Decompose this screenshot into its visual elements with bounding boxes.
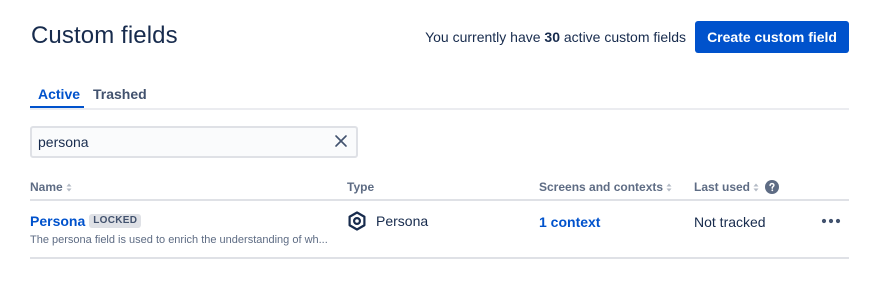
column-header-last-used-label: Last used	[694, 180, 751, 194]
last-used-value: Not tracked	[694, 214, 766, 230]
sort-icon	[753, 183, 759, 191]
column-header-screens-contexts[interactable]: Screens and contexts	[539, 180, 672, 194]
table-row-divider	[30, 257, 849, 259]
more-horizontal-icon	[821, 218, 841, 224]
tab-trashed[interactable]: Trashed	[93, 86, 147, 102]
create-custom-field-button[interactable]: Create custom field	[695, 21, 849, 53]
locked-badge: LOCKED	[89, 214, 142, 228]
active-count-text: You currently have 30 active custom fiel…	[425, 29, 686, 45]
tab-bar: Active Trashed	[30, 82, 849, 110]
field-name-link[interactable]: Persona	[30, 213, 85, 229]
column-header-name-label: Name	[30, 180, 63, 194]
count-prefix: You currently have	[425, 29, 541, 45]
search-input[interactable]	[38, 132, 318, 152]
search-field	[30, 126, 358, 158]
sort-icon	[66, 183, 72, 191]
field-name-cell: Persona LOCKED	[30, 213, 142, 229]
hexagon-icon	[348, 211, 366, 231]
more-actions-button[interactable]	[818, 213, 844, 229]
help-icon[interactable]	[765, 180, 780, 194]
column-header-type-label: Type	[347, 180, 375, 194]
page-title: Custom fields	[31, 22, 178, 49]
column-header-screens-label: Screens and contexts	[539, 180, 664, 194]
column-header-name[interactable]: Name	[30, 180, 72, 194]
clear-icon[interactable]	[334, 134, 348, 148]
column-header-last-used[interactable]: Last used	[694, 180, 780, 194]
field-type-cell: Persona	[347, 211, 428, 231]
custom-fields-page: Custom fields You currently have 30 acti…	[0, 0, 873, 281]
field-type-label: Persona	[376, 213, 429, 229]
sort-icon	[666, 183, 672, 191]
count-value: 30	[544, 29, 560, 45]
active-tab-indicator	[30, 106, 84, 108]
column-header-type: Type	[347, 180, 374, 194]
field-description: The persona field is used to enrich the …	[30, 234, 328, 246]
count-suffix: active custom fields	[563, 29, 687, 45]
tab-active[interactable]: Active	[38, 86, 80, 102]
header-actions: You currently have 30 active custom fiel…	[425, 21, 849, 53]
contexts-link[interactable]: 1 context	[539, 214, 600, 230]
table-header-divider	[30, 199, 849, 201]
